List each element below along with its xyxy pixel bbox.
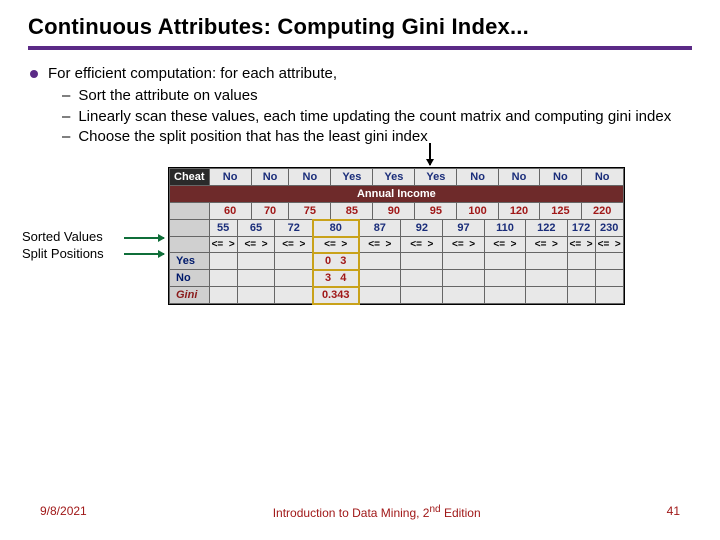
ineq-cell: <= > — [237, 237, 275, 253]
cheat-cell: No — [540, 169, 581, 186]
arrow-icon — [124, 253, 164, 255]
sorted-val: 90 — [373, 203, 415, 220]
gini-label: Gini — [170, 287, 210, 304]
cheat-cell: No — [209, 169, 251, 186]
slide-title: Continuous Attributes: Computing Gini In… — [28, 14, 692, 40]
footer-date: 9/8/2021 — [40, 504, 87, 520]
income-header: Annual Income — [170, 186, 624, 203]
no-label: No — [170, 270, 210, 287]
ineq-cell: <= > — [209, 237, 237, 253]
sub-bullet: Choose the split position that has the l… — [78, 128, 427, 145]
sorted-val: 70 — [251, 203, 289, 220]
yes-label: Yes — [170, 253, 210, 270]
sorted-values-label: Sorted Values — [22, 229, 104, 246]
split-pos: 72 — [275, 220, 313, 237]
sorted-val: 125 — [540, 203, 581, 220]
yes-counts: 0 3 — [313, 253, 359, 270]
split-pos: 65 — [237, 220, 275, 237]
ineq-cell: <= > — [401, 237, 443, 253]
spacer — [170, 237, 210, 253]
ineq-cell: <= > — [484, 237, 525, 253]
split-pos: 80 — [313, 220, 359, 237]
sorted-val: 95 — [415, 203, 457, 220]
title-divider — [28, 46, 692, 50]
spacer — [170, 203, 210, 220]
ineq-cell: <= > — [359, 237, 401, 253]
slide-footer: 9/8/2021 Introduction to Data Mining, 2n… — [0, 504, 720, 520]
ineq-cell: <= > — [526, 237, 567, 253]
ineq-cell: <= > — [595, 237, 623, 253]
split-pos: 110 — [484, 220, 525, 237]
cheat-cell: Yes — [373, 169, 415, 186]
sorted-val: 85 — [331, 203, 373, 220]
cheat-cell: No — [251, 169, 289, 186]
split-pos: 122 — [526, 220, 567, 237]
sorted-val: 120 — [498, 203, 539, 220]
cheat-cell: Yes — [331, 169, 373, 186]
ineq-cell: <= > — [567, 237, 595, 253]
ineq-cell: <= > — [443, 237, 484, 253]
ineq-cell: <= > — [275, 237, 313, 253]
footer-subtitle: Introduction to Data Mining, 2nd Edition — [273, 504, 481, 520]
split-positions-label: Split Positions — [22, 246, 104, 263]
cheat-cell: No — [581, 169, 623, 186]
sorted-val: 100 — [457, 203, 498, 220]
sub-bullet: Sort the attribute on values — [78, 87, 257, 104]
split-pos: 97 — [443, 220, 484, 237]
no-counts: 3 4 — [313, 270, 359, 287]
split-pos: 92 — [401, 220, 443, 237]
sorted-val: 220 — [581, 203, 623, 220]
split-pos: 172 — [567, 220, 595, 237]
sorted-val: 75 — [289, 203, 331, 220]
cheat-cell: No — [498, 169, 539, 186]
spacer — [170, 220, 210, 237]
bullet-list: For efficient computation: for each attr… — [28, 64, 692, 147]
bullet-main: For efficient computation: for each attr… — [48, 64, 337, 84]
gini-value: 0.343 — [313, 287, 359, 304]
bullet-dot-icon — [30, 70, 38, 78]
cheat-cell: No — [289, 169, 331, 186]
arrow-icon — [124, 237, 164, 239]
gini-table: Cheat No No No Yes Yes Yes No No No No A… — [168, 167, 625, 305]
cheat-cell: No — [457, 169, 498, 186]
split-pos: 230 — [595, 220, 623, 237]
sub-bullet: Linearly scan these values, each time up… — [78, 108, 671, 125]
cheat-cell: Yes — [415, 169, 457, 186]
split-pos: 55 — [209, 220, 237, 237]
left-labels: Sorted Values Split Positions — [22, 229, 104, 263]
cheat-header: Cheat — [170, 169, 210, 186]
ineq-cell: <= > — [313, 237, 359, 253]
pointer-arrow-icon — [429, 143, 431, 165]
split-pos: 87 — [359, 220, 401, 237]
sorted-val: 60 — [209, 203, 251, 220]
footer-page: 41 — [667, 504, 680, 520]
